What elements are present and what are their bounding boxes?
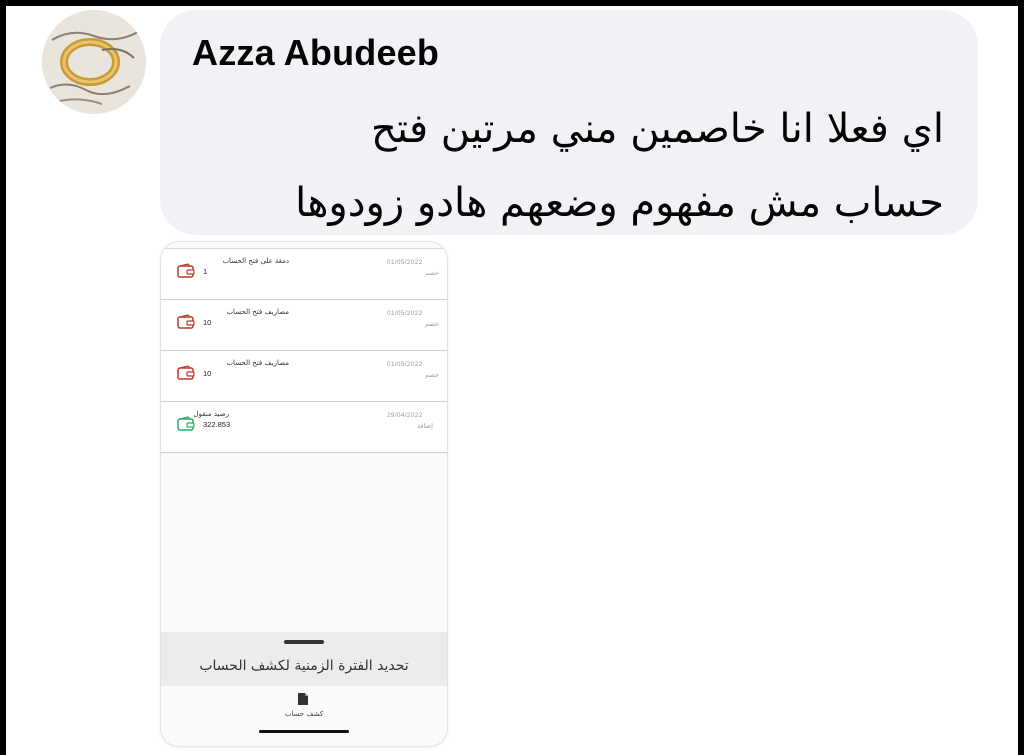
transaction-type: خصم (425, 320, 439, 328)
comment-message-line: اي فعلا انا خاصمين مني مرتين فتح (371, 106, 944, 152)
sheet-drag-handle[interactable] (284, 640, 324, 644)
period-selector-title[interactable]: تحديد الفترة الزمنية لكشف الحساب (161, 658, 447, 674)
attached-screenshot[interactable]: 01/05/2022 خصم دمغة على فتح الحساب 1 01/… (161, 242, 447, 746)
wallet-out-icon (177, 365, 195, 380)
transaction-title: مصاريف فتح الحساب (226, 359, 289, 367)
home-indicator (259, 730, 349, 733)
transaction-row: 01/05/2022 خصم مصاريف فتح الحساب 10 (161, 351, 447, 402)
transaction-title: رصيد منقول (193, 410, 229, 418)
bottom-sheet[interactable]: تحديد الفترة الزمنية لكشف الحساب كشف حسا… (161, 632, 447, 746)
wallet-out-icon (177, 263, 195, 278)
transaction-type: خصم (425, 371, 439, 379)
wallet-in-icon (177, 416, 195, 431)
transaction-row: 29/04/2022 إضافة رصيد منقول 322.853 (161, 402, 447, 453)
transaction-type: إضافة (417, 422, 433, 430)
ring-photo-avatar (42, 10, 146, 114)
transaction-date: 29/04/2022 (387, 412, 423, 419)
transaction-date: 01/05/2022 (387, 259, 423, 266)
frame-border-right (1018, 0, 1024, 755)
transaction-amount: 1 (203, 267, 208, 276)
frame-border-left (0, 0, 6, 755)
comment-message: اي فعلا انا خاصمين مني مرتين فتح حساب مش… (244, 92, 944, 240)
transaction-date: 01/05/2022 (387, 310, 423, 317)
wallet-out-icon (177, 314, 195, 329)
bottom-nav: كشف حساب (161, 686, 447, 746)
transaction-amount: 10 (203, 318, 212, 327)
frame-border-top (0, 0, 1024, 6)
comment-message-line: حساب مش مفهوم وضعهم هادو زودوها (295, 180, 944, 226)
transaction-date: 01/05/2022 (387, 361, 423, 368)
avatar[interactable] (42, 10, 146, 114)
transaction-row: 01/05/2022 خصم مصاريف فتح الحساب 10 (161, 300, 447, 351)
nav-item-statement[interactable]: كشف حساب (161, 710, 447, 718)
transaction-amount: 10 (203, 369, 212, 378)
comment-author[interactable]: Azza Abudeeb (192, 32, 439, 74)
transaction-amount: 322.853 (203, 420, 231, 429)
transaction-row: 01/05/2022 خصم دمغة على فتح الحساب 1 (161, 249, 447, 300)
transaction-title: دمغة على فتح الحساب (222, 257, 289, 265)
document-icon[interactable] (297, 692, 309, 706)
transaction-type: خصم (425, 269, 439, 277)
transaction-title: مصاريف فتح الحساب (226, 308, 289, 316)
